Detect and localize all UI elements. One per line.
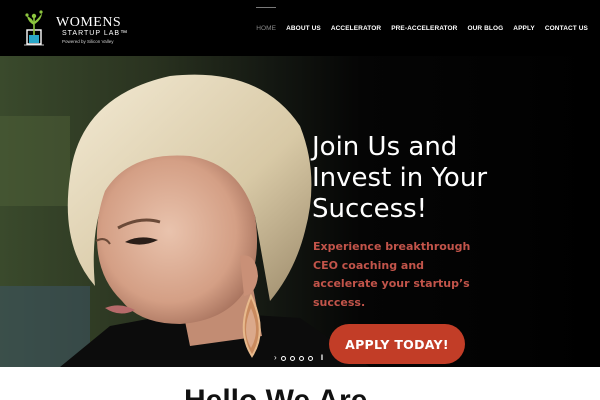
hero-subtext: Experience breakthrough CEO coaching and…	[313, 240, 471, 309]
slide-dot-1[interactable]	[280, 355, 286, 361]
nav-item-contact-us[interactable]: CONTACT US	[545, 21, 588, 36]
nav-item-home[interactable]: HOME	[256, 6, 277, 36]
nav-item-apply[interactable]: APPLY	[513, 21, 535, 36]
pause-icon[interactable]: ‖	[321, 355, 324, 362]
section-title: Hello We Are	[184, 384, 367, 400]
sprout-logo-icon	[24, 10, 44, 46]
nav-item-accelerator[interactable]: ACCELERATOR	[331, 21, 381, 36]
logo-wordmark: WOMENS	[56, 15, 122, 30]
chevron-right-icon[interactable]: ›	[274, 354, 277, 362]
logo-subtitle: STARTUP LAB™	[62, 30, 129, 37]
hero-portrait-image	[0, 56, 600, 367]
nav-item-about-us[interactable]: ABOUT US	[286, 21, 321, 36]
main-navigation: HOME ABOUT US ACCELERATOR PRE-ACCELERATO…	[256, 0, 588, 56]
logo-tagline: Powered by Silicon Valley	[62, 39, 114, 44]
site-header: WOMENS STARTUP LAB™ Powered by Silicon V…	[0, 0, 600, 56]
slide-dot-3[interactable]	[298, 355, 304, 361]
slider-controls: › ‖	[274, 353, 324, 363]
apply-today-button[interactable]: APPLY TODAY!	[329, 324, 465, 364]
site-logo[interactable]: WOMENS STARTUP LAB™ Powered by Silicon V…	[18, 8, 128, 48]
slide-dot-2[interactable]	[289, 355, 295, 361]
hero-headline: Join Us and Invest in Your Success!	[312, 132, 488, 224]
nav-item-our-blog[interactable]: OUR BLOG	[467, 21, 503, 36]
nav-item-pre-accelerator[interactable]: PRE-ACCELERATOR	[391, 21, 457, 36]
slide-dot-4[interactable]	[307, 355, 313, 361]
hero-slider: Join Us and Invest in Your Success! Expe…	[0, 56, 600, 367]
